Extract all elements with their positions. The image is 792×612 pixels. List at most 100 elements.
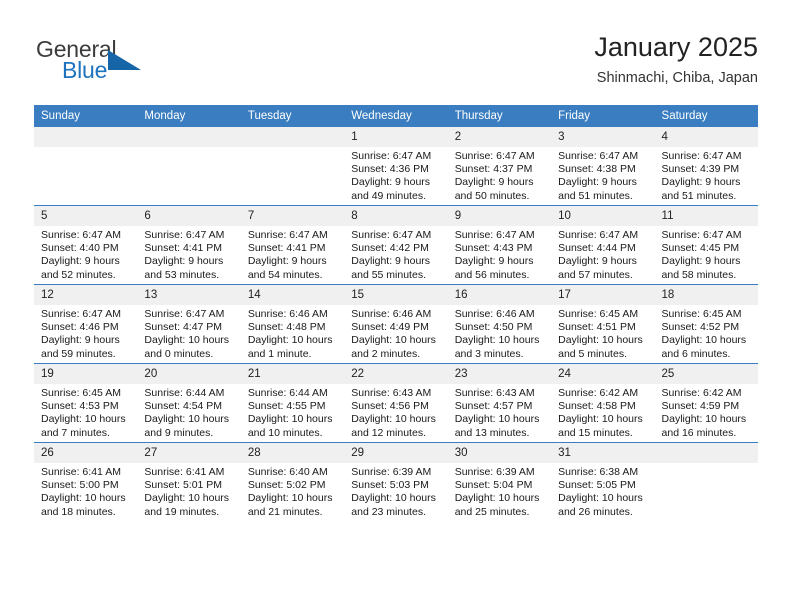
calendar-day-cell[interactable]: 23 Sunrise: 6:43 AM Sunset: 4:57 PM Dayligh…: [447, 363, 552, 443]
calendar-day-cell[interactable]: 25 Sunrise: 6:42 AM Sunset: 4:59 PM Dayligh…: [654, 363, 758, 443]
sunrise-text: Sunrise: 6:39 AM: [351, 466, 432, 478]
calendar-day-cell[interactable]: 18 Sunrise: 6:45 AM Sunset: 4:52 PM Dayligh…: [654, 284, 758, 364]
sunset-text: Sunset: 5:04 PM: [454, 479, 533, 492]
day-sun-info: Sunrise: 6:44 AM Sunset: 4:54 PM Daylight:…: [137, 384, 240, 440]
brand-name-blue: Blue: [62, 57, 108, 83]
calendar-day-cell[interactable]: 3 Sunrise: 6:47 AM Sunset: 4:38 PM Daylight…: [551, 127, 655, 206]
day-number: 17: [551, 285, 655, 305]
daylight-text: Daylight: 9 hours and 55 minutes.: [351, 255, 431, 281]
sunset-text: Sunset: 4:42 PM: [351, 242, 429, 255]
calendar-day-cell[interactable]: 8 Sunrise: 6:47 AM Sunset: 4:42 PM Daylight…: [344, 205, 448, 285]
sunrise-text: Sunrise: 6:46 AM: [454, 308, 535, 320]
calendar-day-cell[interactable]: 14 Sunrise: 6:46 AM Sunset: 4:48 PM Dayligh…: [240, 284, 345, 364]
calendar-day-cell[interactable]: 9 Sunrise: 6:47 AM Sunset: 4:43 PM Daylight…: [447, 205, 552, 285]
sunrise-text: Sunrise: 6:47 AM: [558, 229, 639, 241]
calendar-day-cell[interactable]: 28 Sunrise: 6:40 AM Sunset: 5:02 PM Dayligh…: [240, 442, 345, 521]
day-number: [34, 127, 138, 147]
calendar-day-cell[interactable]: 4 Sunrise: 6:47 AM Sunset: 4:39 PM Daylight…: [654, 127, 758, 206]
day-sun-info: Sunrise: 6:46 AM Sunset: 4:50 PM Daylight:…: [448, 305, 551, 361]
calendar-day-cell-empty: [654, 442, 758, 521]
sunrise-text: Sunrise: 6:43 AM: [454, 387, 535, 399]
sunrise-text: Sunrise: 6:45 AM: [41, 387, 121, 399]
calendar-page: General Blue January 2025 Shinmachi, Chi…: [0, 0, 792, 612]
sunset-text: Sunset: 4:45 PM: [661, 242, 740, 255]
day-sun-info: Sunrise: 6:45 AM Sunset: 4:53 PM Daylight:…: [34, 384, 137, 440]
brand-logo[interactable]: General Blue: [34, 36, 294, 92]
calendar-day-cell[interactable]: 5 Sunrise: 6:47 AM Sunset: 4:40 PM Daylight…: [34, 205, 138, 285]
daylight-text: Daylight: 10 hours and 5 minutes.: [558, 334, 643, 360]
calendar-day-cell[interactable]: 20 Sunrise: 6:44 AM Sunset: 4:54 PM Dayligh…: [137, 363, 241, 443]
sunset-text: Sunset: 4:51 PM: [558, 321, 636, 334]
calendar-day-cell[interactable]: 22 Sunrise: 6:43 AM Sunset: 4:56 PM Dayligh…: [344, 363, 448, 443]
day-number: 19: [34, 364, 138, 384]
day-number: 11: [654, 206, 758, 226]
daylight-text: Daylight: 9 hours and 52 minutes.: [41, 255, 120, 281]
calendar-day-cell[interactable]: 31 Sunrise: 6:38 AM Sunset: 5:05 PM Dayligh…: [551, 442, 655, 521]
day-sun-info: Sunrise: 6:41 AM Sunset: 5:00 PM Daylight:…: [34, 463, 137, 519]
sunset-text: Sunset: 4:37 PM: [454, 163, 533, 176]
day-sun-info: Sunrise: 6:47 AM Sunset: 4:47 PM Daylight:…: [137, 305, 240, 361]
calendar-day-cell[interactable]: 16 Sunrise: 6:46 AM Sunset: 4:50 PM Dayligh…: [447, 284, 552, 364]
weekday-header-sunday: Sunday: [34, 105, 138, 127]
calendar-day-cell[interactable]: 17 Sunrise: 6:45 AM Sunset: 4:51 PM Dayligh…: [551, 284, 655, 364]
daylight-text: Daylight: 10 hours and 12 minutes.: [351, 413, 436, 439]
calendar-day-cell[interactable]: 19 Sunrise: 6:45 AM Sunset: 4:53 PM Dayligh…: [34, 363, 138, 443]
calendar-day-cell[interactable]: 11 Sunrise: 6:47 AM Sunset: 4:45 PM Dayligh…: [654, 205, 758, 285]
day-sun-info: Sunrise: 6:43 AM Sunset: 4:57 PM Daylight:…: [448, 384, 551, 440]
daylight-text: Daylight: 10 hours and 23 minutes.: [351, 492, 436, 518]
day-number: 29: [344, 443, 448, 463]
sunrise-text: Sunrise: 6:39 AM: [454, 466, 535, 478]
calendar-day-cell[interactable]: 24 Sunrise: 6:42 AM Sunset: 4:58 PM Dayligh…: [551, 363, 655, 443]
sunrise-text: Sunrise: 6:47 AM: [144, 308, 225, 320]
day-sun-info: Sunrise: 6:47 AM Sunset: 4:40 PM Daylight:…: [34, 226, 137, 282]
calendar-day-cell[interactable]: 2 Sunrise: 6:47 AM Sunset: 4:37 PM Daylight…: [447, 127, 552, 206]
day-sun-info: Sunrise: 6:44 AM Sunset: 4:55 PM Daylight:…: [241, 384, 344, 440]
calendar-day-cell[interactable]: 29 Sunrise: 6:39 AM Sunset: 5:03 PM Dayligh…: [344, 442, 448, 521]
calendar-week-row: 5 Sunrise: 6:47 AM Sunset: 4:40 PM Daylight…: [34, 205, 758, 285]
day-sun-info: Sunrise: 6:47 AM Sunset: 4:41 PM Daylight:…: [137, 226, 240, 282]
triangle-logo-icon: [108, 50, 141, 70]
calendar-day-cell[interactable]: 13 Sunrise: 6:47 AM Sunset: 4:47 PM Dayligh…: [137, 284, 241, 364]
calendar-day-cell[interactable]: 1 Sunrise: 6:47 AM Sunset: 4:36 PM Daylight…: [344, 127, 448, 206]
calendar-day-cell[interactable]: 10 Sunrise: 6:47 AM Sunset: 4:44 PM Dayligh…: [551, 205, 655, 285]
day-sun-info: Sunrise: 6:42 AM Sunset: 4:58 PM Daylight:…: [551, 384, 654, 440]
daylight-text: Daylight: 9 hours and 51 minutes.: [661, 176, 741, 202]
day-sun-info: Sunrise: 6:47 AM Sunset: 4:43 PM Daylight:…: [448, 226, 551, 282]
calendar-day-cell[interactable]: 27 Sunrise: 6:41 AM Sunset: 5:01 PM Dayligh…: [137, 442, 241, 521]
calendar-day-cell[interactable]: 12 Sunrise: 6:47 AM Sunset: 4:46 PM Dayligh…: [34, 284, 138, 364]
day-sun-info: Sunrise: 6:38 AM Sunset: 5:05 PM Daylight:…: [551, 463, 654, 519]
day-number: 24: [551, 364, 655, 384]
sunset-text: Sunset: 4:56 PM: [351, 400, 429, 413]
calendar-day-cell[interactable]: 15 Sunrise: 6:46 AM Sunset: 4:49 PM Dayligh…: [344, 284, 448, 364]
sunrise-text: Sunrise: 6:44 AM: [247, 387, 328, 399]
sunrise-text: Sunrise: 6:47 AM: [558, 150, 639, 162]
day-number: 30: [447, 443, 552, 463]
daylight-text: Daylight: 10 hours and 15 minutes.: [558, 413, 643, 439]
sunset-text: Sunset: 4:48 PM: [247, 321, 326, 334]
day-sun-info: Sunrise: 6:43 AM Sunset: 4:56 PM Daylight:…: [344, 384, 447, 440]
sunset-text: Sunset: 5:02 PM: [247, 479, 326, 492]
calendar-day-cell[interactable]: 7 Sunrise: 6:47 AM Sunset: 4:41 PM Daylight…: [240, 205, 345, 285]
day-number: 20: [137, 364, 241, 384]
calendar-day-cell[interactable]: 6 Sunrise: 6:47 AM Sunset: 4:41 PM Daylight…: [137, 205, 241, 285]
day-number: 5: [34, 206, 138, 226]
day-sun-info: Sunrise: 6:39 AM Sunset: 5:04 PM Daylight:…: [448, 463, 551, 519]
sunset-text: Sunset: 4:49 PM: [351, 321, 429, 334]
calendar-day-cell[interactable]: 26 Sunrise: 6:41 AM Sunset: 5:00 PM Dayligh…: [34, 442, 138, 521]
day-sun-info: Sunrise: 6:39 AM Sunset: 5:03 PM Daylight:…: [344, 463, 447, 519]
calendar-day-cell[interactable]: 30 Sunrise: 6:39 AM Sunset: 5:04 PM Dayligh…: [447, 442, 552, 521]
calendar-day-cell[interactable]: 21 Sunrise: 6:44 AM Sunset: 4:55 PM Dayligh…: [240, 363, 345, 443]
daylight-text: Daylight: 9 hours and 57 minutes.: [558, 255, 637, 281]
weekday-header-friday: Friday: [551, 105, 655, 127]
weekday-header-wednesday: Wednesday: [344, 105, 448, 127]
day-sun-info: Sunrise: 6:47 AM Sunset: 4:36 PM Daylight:…: [344, 147, 447, 203]
day-number: 31: [551, 443, 655, 463]
day-number: 13: [137, 285, 241, 305]
sunrise-text: Sunrise: 6:47 AM: [351, 150, 432, 162]
sunrise-text: Sunrise: 6:47 AM: [661, 229, 742, 241]
sunrise-text: Sunrise: 6:47 AM: [454, 150, 535, 162]
daylight-text: Daylight: 9 hours and 58 minutes.: [661, 255, 741, 281]
sunrise-text: Sunrise: 6:41 AM: [144, 466, 225, 478]
weekday-header-thursday: Thursday: [447, 105, 552, 127]
sunrise-text: Sunrise: 6:41 AM: [41, 466, 121, 478]
